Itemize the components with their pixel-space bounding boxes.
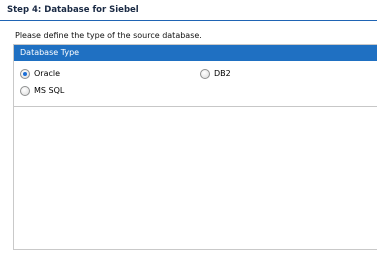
radio-unselected-icon — [20, 86, 30, 96]
radio-oracle[interactable]: Oracle — [20, 69, 60, 79]
step-title: Step 4: Database for Siebel — [0, 0, 377, 21]
panel-divider — [14, 106, 377, 107]
radio-dot-icon — [23, 72, 27, 76]
radio-oracle-label: Oracle — [34, 69, 61, 78]
radio-selected-icon — [20, 69, 30, 79]
radio-ms-sql[interactable]: MS SQL — [20, 86, 64, 96]
radio-unselected-icon — [200, 69, 210, 79]
radio-db2[interactable]: DB2 — [200, 69, 231, 79]
panel-header: Database Type — [14, 45, 377, 61]
radio-db2-label: DB2 — [214, 69, 231, 78]
database-type-panel: Database Type Oracle DB2 MS SQL — [13, 44, 377, 250]
radio-ms-sql-label: MS SQL — [34, 86, 65, 95]
instruction-text: Please define the type of the source dat… — [15, 31, 202, 40]
